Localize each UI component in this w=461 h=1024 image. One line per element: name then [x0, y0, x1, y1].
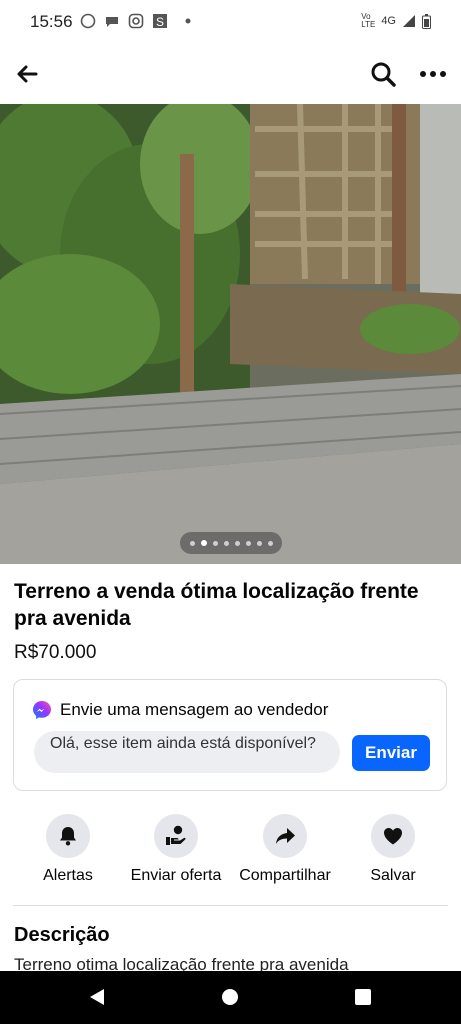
battery-icon — [422, 13, 431, 29]
status-time: 15:56 — [30, 12, 73, 31]
system-recents-icon[interactable] — [354, 988, 372, 1006]
offer-icon — [166, 825, 186, 845]
whatsapp-icon — [80, 13, 96, 29]
network-label: 4G — [381, 15, 396, 27]
pager-dot[interactable] — [212, 540, 218, 546]
send-offer-button[interactable]: Enviar oferta — [116, 814, 236, 885]
messenger-icon — [33, 701, 51, 719]
top-nav — [0, 52, 461, 96]
save-button[interactable]: Salvar — [333, 814, 453, 885]
more-options-icon[interactable] — [419, 60, 447, 88]
listing-title: Terreno a venda ótima localização frente… — [14, 580, 419, 630]
alerts-button[interactable]: Alertas — [8, 814, 128, 885]
pager-dot[interactable] — [189, 540, 195, 546]
listing-photo-image — [0, 104, 461, 564]
volte-icon: Vo LTE — [361, 12, 376, 29]
chat-icon — [106, 17, 118, 27]
s-app-icon: S — [153, 14, 167, 29]
back-arrow-icon[interactable] — [14, 60, 42, 88]
description-heading: Descrição — [14, 924, 110, 946]
search-icon[interactable] — [369, 60, 397, 88]
status-bar: 15:56 S Vo LTE 4G — [0, 0, 461, 44]
instagram-icon — [128, 13, 144, 29]
message-header: Envie uma mensagem ao vendedor — [32, 700, 328, 720]
alerts-label: Alertas — [43, 867, 93, 884]
heart-icon — [384, 828, 402, 845]
system-nav-bar — [0, 971, 461, 1024]
share-icon — [276, 828, 295, 844]
photo-pager[interactable] — [180, 532, 282, 554]
system-home-icon[interactable] — [221, 988, 239, 1006]
pager-dot-active[interactable] — [200, 540, 207, 546]
send-offer-label: Enviar oferta — [130, 867, 222, 884]
listing-photo[interactable] — [0, 104, 461, 564]
message-input[interactable]: Olá, esse item ainda está disponível? — [34, 731, 340, 773]
pager-dot[interactable] — [245, 540, 251, 546]
pager-dot[interactable] — [267, 540, 273, 546]
save-label: Salvar — [370, 867, 416, 884]
send-button[interactable]: Enviar — [352, 735, 430, 771]
svg-text:S: S — [156, 15, 164, 29]
dot-icon — [185, 18, 191, 24]
message-header-label: Envie uma mensagem ao vendedor — [60, 700, 329, 719]
system-back-icon[interactable] — [88, 988, 106, 1006]
action-row: Alertas Enviar oferta Compartilhar Salva… — [0, 814, 461, 894]
share-button[interactable]: Compartilhar — [225, 814, 345, 885]
listing-price: R$70.000 — [14, 642, 97, 663]
bell-icon — [60, 827, 76, 846]
pager-dot[interactable] — [234, 540, 240, 546]
pager-dot[interactable] — [256, 540, 262, 546]
message-seller-card: Envie uma mensagem ao vendedor Olá, esse… — [13, 679, 447, 791]
share-label: Compartilhar — [239, 867, 331, 884]
signal-icon — [403, 15, 415, 27]
pager-dot[interactable] — [223, 540, 229, 546]
divider — [13, 905, 448, 906]
